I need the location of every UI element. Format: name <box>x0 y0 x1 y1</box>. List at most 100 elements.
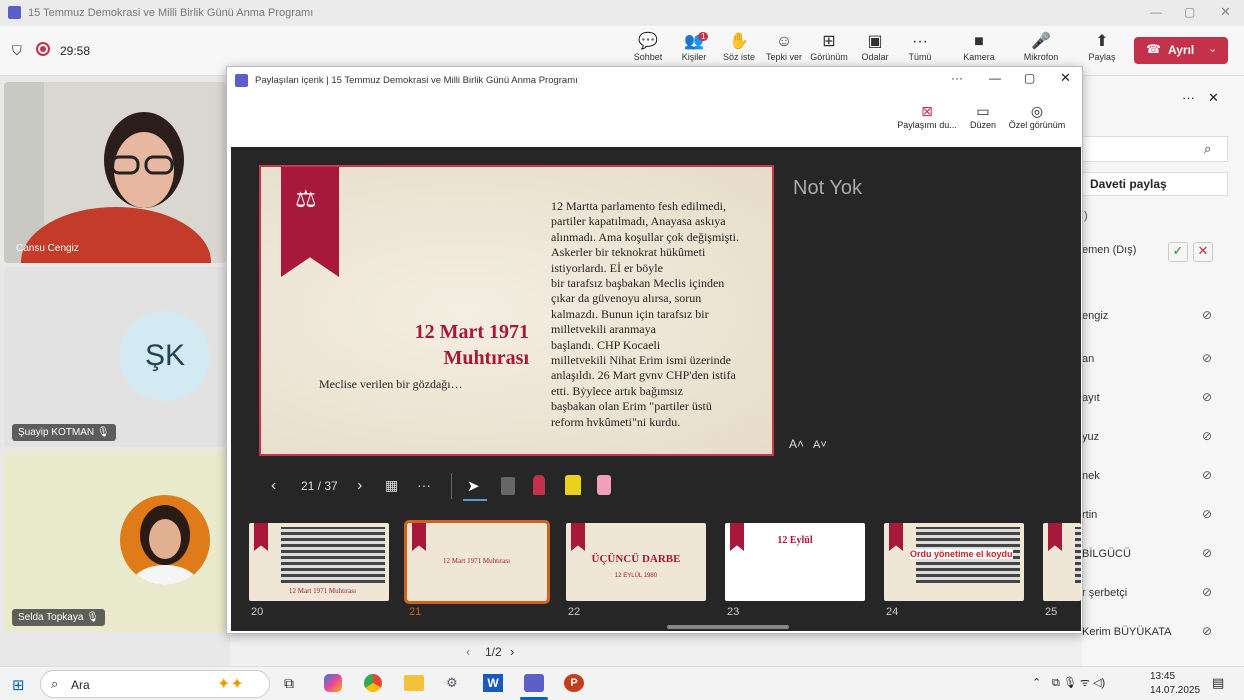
word-icon[interactable]: W <box>483 674 503 692</box>
minimize-button[interactable]: — <box>989 71 1001 85</box>
more-options-icon[interactable]: ··· <box>951 71 963 85</box>
deny-button[interactable]: ✕ <box>1193 242 1213 262</box>
slide-thumbnail[interactable]: 12 Eylül <box>725 523 865 601</box>
more-button[interactable]: ··· Tümü <box>898 32 942 62</box>
clock-date[interactable]: 14.07.2025 <box>1150 685 1200 696</box>
avatar <box>120 495 210 585</box>
decrease-font-button[interactable]: A˅ <box>813 439 827 451</box>
thumbnail-scrollbar[interactable] <box>667 625 789 629</box>
people-search-input[interactable]: ⌕ <box>1082 136 1228 162</box>
participant-list-name: engiz <box>1082 310 1109 322</box>
minimize-button[interactable]: — <box>1150 5 1162 19</box>
thumbnail-number: 24 <box>886 606 899 618</box>
slide-thumbnail[interactable]: 12 Mart 1971 Muhtırası <box>404 520 550 604</box>
search-placeholder: Ara <box>71 678 90 692</box>
slide-thumbnail[interactable] <box>1043 523 1081 601</box>
increase-font-button[interactable]: A˄ <box>789 437 804 451</box>
pointer-icon[interactable]: ➤ <box>467 477 480 495</box>
mic-off-icon: ⊘ <box>1202 468 1213 482</box>
layout-button[interactable]: ▭ Düzen <box>963 103 1003 130</box>
teams-icon <box>8 6 21 19</box>
participant-tile-selda[interactable]: Selda Topkaya 🎙 <box>4 451 226 632</box>
slide-thumbnail[interactable]: Ordu yönetime el koydu <box>884 523 1024 601</box>
task-view-icon[interactable]: ⧉ <box>284 675 294 692</box>
view-icon: ⊞ <box>822 33 836 50</box>
thumbnail-label: 12 Mart 1971 Muhtırası <box>443 557 511 565</box>
copilot-icon[interactable] <box>324 674 342 692</box>
laser-icon[interactable] <box>501 477 515 495</box>
close-button[interactable]: ✕ <box>1220 4 1231 20</box>
leave-button[interactable]: ☎ Ayrıl ⌄ <box>1134 37 1228 64</box>
leave-label: Ayrıl <box>1168 43 1195 57</box>
highlighter-icon[interactable] <box>565 475 581 495</box>
toolbar-label: Paylaş <box>1088 52 1116 62</box>
shared-content-window: Paylaşılan içerik | 15 Temmuz Demokrasi … <box>226 66 1083 634</box>
share-invite-button[interactable]: Daveti paylaş <box>1082 172 1228 196</box>
mic-off-icon: ⊘ <box>1202 585 1213 599</box>
teams-taskbar-icon[interactable] <box>524 674 544 692</box>
search-box[interactable]: ⌕ Ara ✦✦ <box>40 670 270 698</box>
page-prev-button[interactable]: ‹ <box>466 644 470 659</box>
raise-hand-button[interactable]: ✋ Söz iste <box>717 32 761 62</box>
powerpoint-icon[interactable]: P <box>564 674 584 692</box>
mic-off-icon: ⊘ <box>1202 429 1213 443</box>
private-view-button[interactable]: ◎ Özel görünüm <box>1005 103 1069 130</box>
page-next-button[interactable]: › <box>510 644 514 659</box>
mic-off-icon: ⊘ <box>1202 308 1213 322</box>
eraser-icon[interactable] <box>597 475 611 495</box>
layout-label: Düzen <box>969 120 996 130</box>
slide-thumbnail[interactable]: 12 Mart 1971 Muhtırası <box>249 523 389 601</box>
admit-button[interactable]: ✓ <box>1168 242 1188 262</box>
slide-body-line: etti. Bẏylece artık bağımsız <box>551 383 683 398</box>
thumbnail-number: 22 <box>568 606 581 618</box>
camera-button[interactable]: ■ Kamera <box>957 32 1001 62</box>
view-button[interactable]: ⊞ Görünüm <box>807 32 851 62</box>
people-button[interactable]: 👥 Kişiler 1 <box>672 32 716 62</box>
participant-tile-cansu[interactable]: Cansu Cengiz <box>4 82 226 263</box>
scales-icon: ⚖ <box>295 186 317 213</box>
thumbnail-ribbon <box>254 523 268 551</box>
participant-list-name: Kerim BÜYÜKATA <box>1082 626 1172 638</box>
clock-time[interactable]: 13:45 <box>1150 671 1175 682</box>
mic-off-icon: ⊘ <box>1202 546 1213 560</box>
pen-icon[interactable] <box>533 475 545 495</box>
mic-button[interactable]: 🎤 Mikrofon <box>1019 32 1063 62</box>
stop-sharing-button[interactable]: ⊠ Paylaşımı du... <box>895 103 959 130</box>
rooms-button[interactable]: ▣ Odalar <box>853 32 897 62</box>
avatar: ŞK <box>120 311 210 401</box>
chat-button[interactable]: 💬 Sohbet <box>626 32 670 62</box>
close-panel-icon[interactable]: ✕ <box>1208 90 1219 106</box>
notification-icon[interactable]: ▤ <box>1212 675 1224 691</box>
people-icon: 👥 <box>684 33 704 50</box>
teams-icon <box>235 74 248 87</box>
app-icon[interactable]: ⚙ <box>446 675 458 691</box>
participant-tile-suayip[interactable]: ŞK Şuayip KOTMAN 🎙 <box>4 267 226 447</box>
windows-start-icon[interactable]: ⊞ <box>12 676 25 694</box>
raise-hand-icon: ✋ <box>729 33 749 50</box>
share-invite-label: Daveti paylaş <box>1090 177 1167 191</box>
participant-list-name: ayıt <box>1082 392 1100 404</box>
next-slide-button[interactable]: › <box>357 477 362 495</box>
share-button[interactable]: ⬆ Paylaş <box>1080 32 1124 62</box>
toolbar-label: Mikrofon <box>1023 52 1059 62</box>
react-button[interactable]: ☺ Tepki ver <box>762 32 806 62</box>
chat-icon: 💬 <box>638 33 658 50</box>
mic-off-icon: ⊘ <box>1202 624 1213 638</box>
slide-body-line: partiler kapatılmadı, Anayasa askıya <box>551 214 726 229</box>
slide-body-line: çıkar da güvenoyu alırsa, sorun <box>551 291 702 306</box>
chrome-icon[interactable] <box>364 674 382 692</box>
more-options-icon[interactable]: ··· <box>1182 90 1195 105</box>
previous-slide-button[interactable]: ‹ <box>271 477 276 495</box>
tray-chevron-icon[interactable]: ⌃ <box>1032 676 1041 689</box>
chevron-down-icon[interactable]: ⌄ <box>1208 42 1217 55</box>
close-button[interactable]: ✕ <box>1060 70 1071 86</box>
maximize-button[interactable]: ▢ <box>1184 5 1195 19</box>
toolbar-label: Odalar <box>861 52 889 62</box>
grid-view-icon[interactable]: ▦ <box>385 477 398 494</box>
slide-thumbnail[interactable]: ÜÇÜNCÜ DARBE 12 EYLÜL 1980 <box>566 523 706 601</box>
maximize-button[interactable]: ▢ <box>1024 71 1035 85</box>
camera-icon: ■ <box>974 33 984 50</box>
tray-icons[interactable]: ⧉ 🎙 ᯤ ◁) <box>1052 675 1105 690</box>
file-explorer-icon[interactable] <box>404 675 424 691</box>
more-icon[interactable]: ··· <box>417 477 431 493</box>
